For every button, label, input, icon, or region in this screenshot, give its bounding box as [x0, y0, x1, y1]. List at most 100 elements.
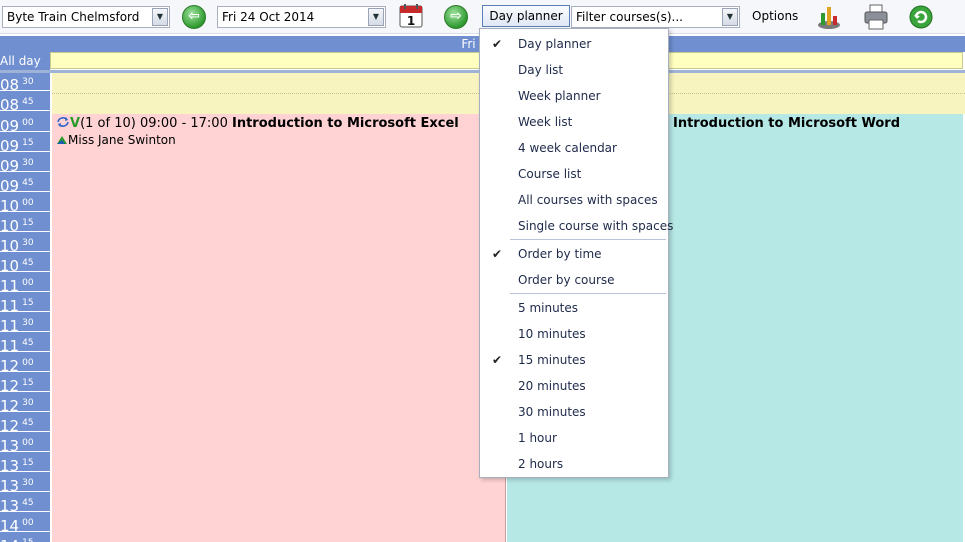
time-hour: 09 — [0, 177, 20, 195]
menu-item[interactable]: Week planner — [480, 83, 668, 109]
time-label: 12 00 — [0, 354, 50, 375]
time-hour: 11 — [0, 317, 20, 335]
time-label: 13 30 — [0, 474, 50, 495]
event-excel-count: (1 of 10) — [80, 116, 136, 131]
location-value: Byte Train Chelmsford — [7, 10, 140, 24]
menu-item-label: All courses with spaces — [518, 193, 658, 207]
menu-item[interactable]: 1 hour — [480, 425, 668, 451]
menu-item[interactable]: Week list — [480, 109, 668, 135]
time-hour: 12 — [0, 357, 20, 375]
time-hour: 13 — [0, 457, 20, 475]
menu-item[interactable]: 2 hours — [480, 451, 668, 477]
time-hour: 13 — [0, 437, 20, 455]
event-word-title-line: Introduction to Microsoft Word — [673, 116, 900, 131]
chevron-down-icon[interactable]: ▼ — [152, 8, 168, 26]
time-label: 14 00 — [0, 514, 50, 535]
check-icon: ✔ — [491, 37, 503, 51]
menu-item[interactable]: Order by course — [480, 267, 668, 293]
event-excel-flag: V — [70, 116, 81, 131]
view-menu-button[interactable]: Day planner — [482, 5, 570, 27]
time-minute: 45 — [22, 97, 34, 107]
options-button[interactable]: Options — [752, 5, 798, 27]
menu-item[interactable]: Course list — [480, 161, 668, 187]
time-label: 12 15 — [0, 374, 50, 395]
time-label: 11 30 — [0, 314, 50, 335]
menu-item[interactable]: Single course with spaces — [480, 213, 673, 239]
menu-item-label: 5 minutes — [518, 301, 579, 315]
all-day-label: All day — [0, 54, 41, 68]
menu-item-label: 4 week calendar — [518, 141, 617, 155]
time-label: 10 30 — [0, 234, 50, 255]
time-minute: 45 — [22, 418, 34, 428]
menu-item-label: 2 hours — [518, 457, 564, 471]
chevron-down-icon[interactable]: ▼ — [368, 8, 384, 26]
time-hour: 13 — [0, 497, 20, 515]
event-excel-time: 09:00 - 17:00 — [139, 116, 228, 131]
date-value: Fri 24 Oct 2014 — [222, 10, 315, 24]
menu-item[interactable]: 30 minutes — [480, 399, 668, 425]
time-label: 09 45 — [0, 174, 50, 195]
time-hour: 10 — [0, 237, 20, 255]
menu-item-label: 20 minutes — [518, 379, 586, 393]
time-minute: 45 — [22, 258, 34, 268]
time-minute: 15 — [22, 378, 34, 388]
time-label: 13 00 — [0, 434, 50, 455]
event-excel[interactable]: V(1 of 10) 09:00 - 17:00 Introduction to… — [52, 114, 506, 542]
menu-item-label: Order by course — [518, 273, 615, 287]
time-label: 11 45 — [0, 334, 50, 355]
arrow-left-icon[interactable]: ⇦ — [182, 5, 206, 29]
time-minute: 15 — [22, 218, 34, 228]
menu-item[interactable]: 20 minutes — [480, 373, 668, 399]
time-minute: 30 — [22, 398, 34, 408]
time-minute: 45 — [22, 498, 34, 508]
menu-separator — [510, 293, 666, 294]
menu-item[interactable]: 5 minutes — [480, 295, 668, 321]
menu-item[interactable]: ✔ Order by time — [480, 241, 668, 267]
menu-item-label: Course list — [518, 167, 582, 181]
time-hour: 10 — [0, 217, 20, 235]
time-label: 13 15 — [0, 454, 50, 475]
time-label: 09 15 — [0, 134, 50, 155]
time-hour: 14 — [0, 517, 20, 535]
date-select[interactable]: Fri 24 Oct 2014 ▼ — [217, 6, 386, 28]
menu-item[interactable]: Day list — [480, 57, 668, 83]
trainer-icon — [57, 136, 67, 144]
menu-item-label: Order by time — [518, 247, 602, 261]
refresh-icon[interactable] — [908, 4, 934, 30]
menu-item[interactable]: ✔ 15 minutes — [480, 347, 668, 373]
view-menu-label: Day planner — [489, 9, 563, 23]
check-icon: ✔ — [491, 247, 503, 261]
chart-icon[interactable] — [815, 3, 843, 31]
calendar-icon[interactable]: 1 — [398, 3, 424, 29]
filter-courses-select[interactable]: Filter courses(s)... ▼ — [571, 6, 740, 28]
time-minute: 00 — [22, 438, 34, 448]
time-label: 10 00 — [0, 194, 50, 215]
time-label: 13 45 — [0, 494, 50, 515]
time-minute: 15 — [22, 538, 33, 542]
time-label: 1415 — [0, 534, 50, 542]
time-minute: 45 — [22, 338, 34, 348]
menu-item[interactable]: 4 week calendar — [480, 135, 668, 161]
location-select[interactable]: Byte Train Chelmsford ▼ — [2, 6, 170, 28]
time-label: 11 15 — [0, 294, 50, 315]
printer-icon[interactable] — [862, 3, 890, 31]
time-label: 10 15 — [0, 214, 50, 235]
menu-item-label: 30 minutes — [518, 405, 586, 419]
time-minute: 30 — [22, 478, 34, 488]
menu-item-label: 15 minutes — [518, 353, 586, 367]
event-excel-title-line: V(1 of 10) 09:00 - 17:00 Introduction to… — [56, 116, 459, 131]
time-hour: 13 — [0, 477, 20, 495]
time-hour: 09 — [0, 137, 20, 155]
time-minute: 00 — [22, 198, 34, 208]
time-minute: 15 — [22, 138, 34, 148]
time-label: 08 30 — [0, 73, 50, 94]
time-label: 12 45 — [0, 414, 50, 435]
time-hour: 08 — [0, 76, 20, 94]
time-hour: 11 — [0, 277, 20, 295]
menu-item[interactable]: 10 minutes — [480, 321, 668, 347]
menu-item[interactable]: All courses with spaces — [480, 187, 668, 213]
arrow-right-icon[interactable]: ⇨ — [444, 5, 468, 29]
chevron-down-icon[interactable]: ▼ — [722, 8, 738, 26]
sync-icon — [57, 117, 69, 127]
menu-item[interactable]: ✔ Day planner — [480, 31, 668, 57]
